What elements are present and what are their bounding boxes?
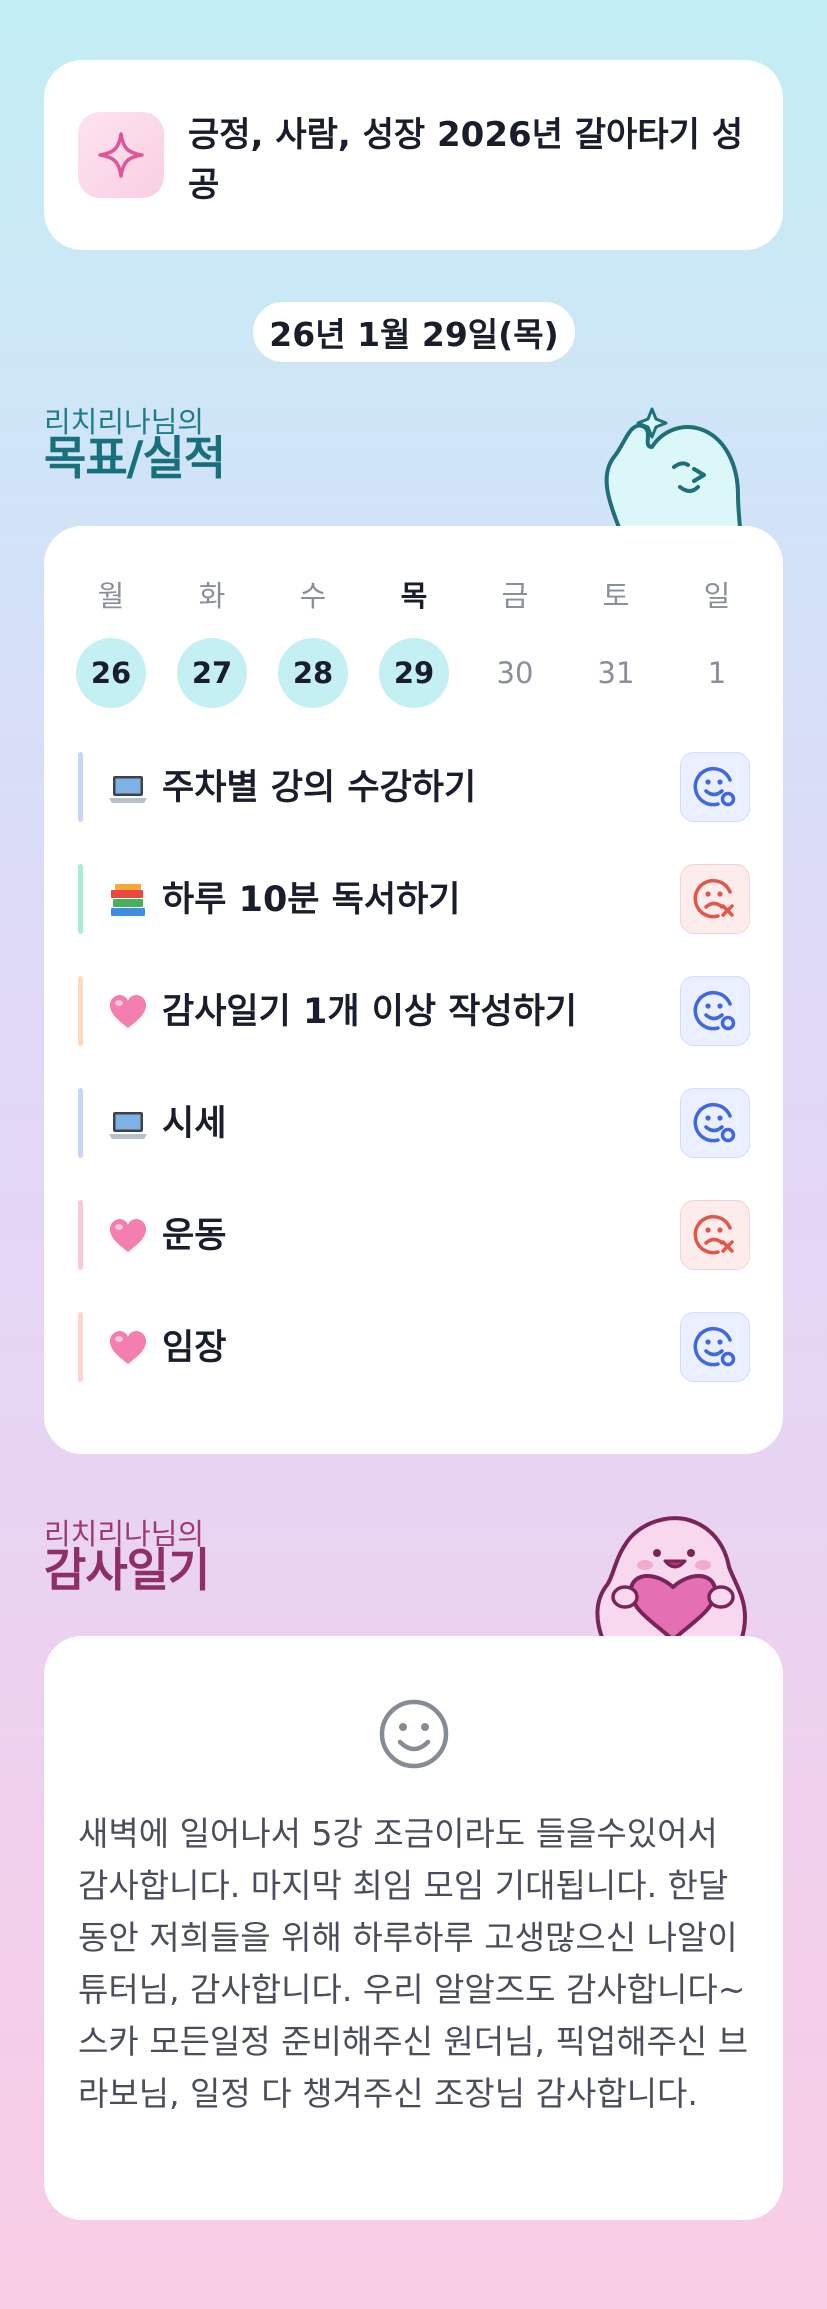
goal-label: 하루 10분 독서하기 (162, 880, 461, 920)
weekday-row: 월화수목금토일 (76, 578, 752, 614)
goal-item[interactable]: 주차별 강의 수강하기 (78, 752, 750, 822)
status-missed-icon[interactable] (680, 1200, 750, 1270)
goal-label: 운동 (162, 1216, 227, 1256)
calendar-date[interactable]: 1 (682, 638, 752, 708)
status-done-icon[interactable] (680, 1088, 750, 1158)
goal-label: 주차별 강의 수강하기 (162, 768, 477, 808)
heart-icon (106, 1214, 150, 1258)
goal-text: 긍정, 사람, 성장 2026년 갈아타기 성공 (188, 115, 744, 205)
calendar-date[interactable]: 29 (379, 638, 449, 708)
goal-item[interactable]: 감사일기 1개 이상 작성하기 (78, 976, 750, 1046)
weekday-label: 일 (703, 579, 731, 613)
books-icon (106, 878, 150, 922)
goal-label: 감사일기 1개 이상 작성하기 (162, 992, 578, 1032)
mascot-ghost-teal (604, 407, 742, 530)
heart-icon (106, 990, 150, 1034)
date-pill[interactable]: 26년 1월 29일(목) (253, 302, 575, 362)
status-done-icon[interactable] (680, 976, 750, 1046)
sparkle-icon (78, 112, 164, 198)
goals-section-title: 목표/실적 (44, 431, 226, 485)
calendar-date[interactable]: 31 (581, 638, 651, 708)
calendar-date[interactable]: 30 (480, 638, 550, 708)
laptop-icon (106, 766, 150, 810)
heart-icon (106, 1326, 150, 1370)
goal-item[interactable]: 임장 (78, 1312, 750, 1382)
gratitude-text: 새벽에 일어나서 5강 조금이라도 들을수있어서 감사합니다. 마지막 최임 모… (78, 1814, 749, 2113)
laptop-icon (106, 1102, 150, 1146)
goal-item[interactable]: 시세 (78, 1088, 750, 1158)
date-row: 26 27 28 29 30 31 1 (76, 638, 752, 708)
goal-banner: 긍정, 사람, 성장 2026년 갈아타기 성공 (44, 60, 783, 250)
weekday-label: 토 (602, 579, 630, 613)
status-missed-icon[interactable] (680, 864, 750, 934)
weekday-label: 화 (198, 579, 226, 613)
weekday-label: 금 (501, 579, 529, 613)
calendar-date[interactable]: 28 (278, 638, 348, 708)
goal-color-bar (78, 1200, 83, 1270)
goals-card: 월 화 수 목 금 토 일 26 27 28 29 30 31 1 주차별 강의 수강하기하루 10분 … (44, 526, 783, 1454)
gratitude-card: 새벽에 일어나서 5강 조금이라도 들을수있어서 감사합니다. 마지막 최임 모… (44, 1636, 783, 2220)
mascot-ghost-pink (595, 1516, 747, 1640)
smile-face-icon (379, 1699, 449, 1769)
goal-item[interactable]: 하루 10분 독서하기 (78, 864, 750, 934)
status-done-icon[interactable] (680, 752, 750, 822)
calendar-date[interactable]: 26 (76, 638, 146, 708)
goal-label: 시세 (162, 1104, 227, 1144)
weekday-label: 목 (400, 579, 428, 613)
goal-item[interactable]: 운동 (78, 1200, 750, 1270)
goal-label: 임장 (162, 1328, 227, 1368)
goal-color-bar (78, 976, 83, 1046)
status-done-icon[interactable] (680, 1312, 750, 1382)
goal-color-bar (78, 1088, 83, 1158)
calendar-date[interactable]: 27 (177, 638, 247, 708)
goal-color-bar (78, 752, 83, 822)
gratitude-section-title: 감사일기 (44, 1543, 210, 1597)
weekday-label: 수 (299, 579, 327, 613)
weekday-label: 월 (97, 579, 125, 613)
goal-color-bar (78, 864, 83, 934)
goal-color-bar (78, 1312, 83, 1382)
